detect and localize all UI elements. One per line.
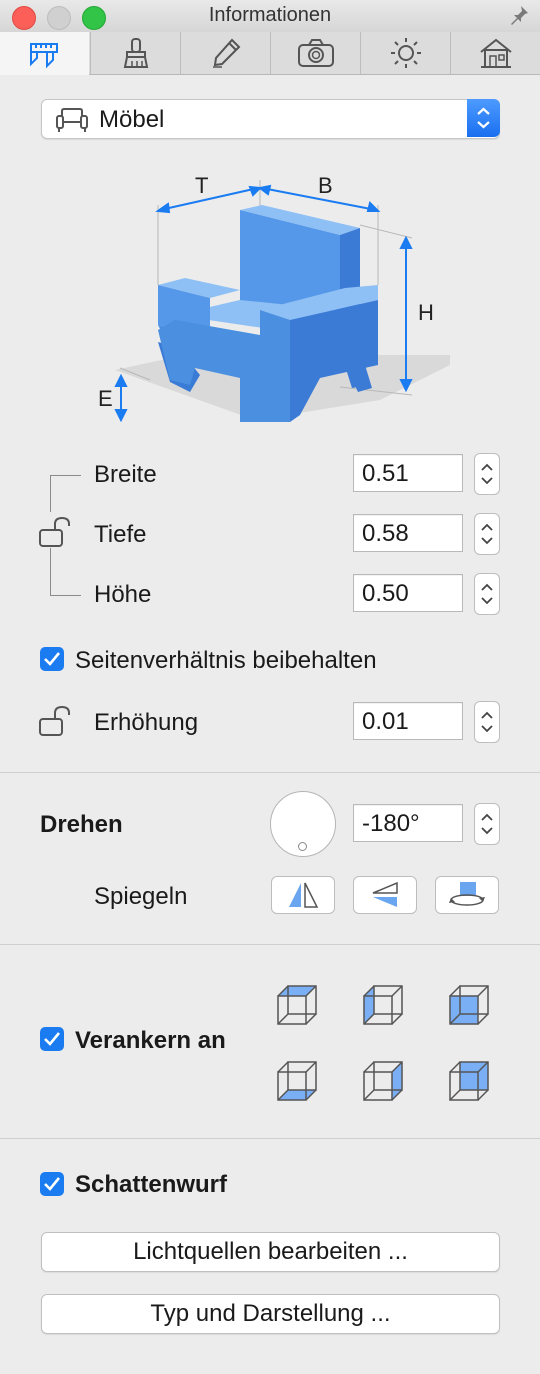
mirror-vertical-button[interactable] xyxy=(353,876,417,914)
type-display-button[interactable]: Typ und Darstellung ... xyxy=(41,1294,500,1334)
cube-back-face-icon xyxy=(449,1061,489,1101)
anchor-top-right-button[interactable] xyxy=(448,982,492,1026)
elevation-unlock-icon[interactable] xyxy=(38,705,72,742)
tab-bar xyxy=(0,32,540,75)
tab-camera[interactable] xyxy=(270,32,360,74)
elevation-field[interactable]: 0.01 xyxy=(353,702,463,740)
sun-icon xyxy=(390,38,421,68)
elevation-stepper[interactable] xyxy=(474,701,500,743)
figure-t-label: T xyxy=(195,173,208,198)
tab-dimensions[interactable] xyxy=(0,32,89,75)
category-label: Möbel xyxy=(99,106,165,133)
rotate-field[interactable]: -180° xyxy=(353,804,463,842)
mirror-label: Spiegeln xyxy=(94,883,188,910)
height-stepper[interactable] xyxy=(474,573,500,615)
category-dropdown[interactable]: Möbel xyxy=(41,99,500,139)
checkmark-icon xyxy=(44,652,61,666)
armchair-icon xyxy=(55,107,89,138)
unlock-icon[interactable] xyxy=(38,516,72,553)
cube-right-face-icon xyxy=(363,1061,403,1101)
anchor-top-left-button[interactable] xyxy=(276,982,320,1026)
tab-edit[interactable] xyxy=(180,32,270,74)
anchor-bottom-right-button[interactable] xyxy=(448,1058,492,1102)
cube-bottom-face-icon xyxy=(277,1061,317,1101)
flip-horizontal-icon xyxy=(289,882,319,908)
mirror-horizontal-button[interactable] xyxy=(271,876,335,914)
rotate-stepper[interactable] xyxy=(474,803,500,845)
depth-stepper[interactable] xyxy=(474,513,500,555)
anchor-top-middle-button[interactable] xyxy=(362,982,406,1026)
cube-top-left-icon xyxy=(277,985,317,1025)
height-field[interactable]: 0.50 xyxy=(353,574,463,612)
aspect-label: Seitenverhältnis beibehalten xyxy=(75,647,377,674)
flip-vertical-icon xyxy=(372,881,398,907)
chevron-updown-icon[interactable] xyxy=(467,99,500,137)
mirror-rotate-button[interactable] xyxy=(435,876,499,914)
anchor-bottom-middle-button[interactable] xyxy=(362,1058,406,1102)
window-title: Informationen xyxy=(208,4,332,26)
figure-e-label: E xyxy=(98,386,113,411)
pencil-icon xyxy=(212,38,240,68)
checkmark-icon xyxy=(44,1177,61,1191)
anchor-bottom-left-button[interactable] xyxy=(276,1058,320,1102)
figure-h-label: H xyxy=(418,300,434,325)
separator xyxy=(0,1138,540,1139)
flip-depth-icon xyxy=(449,882,485,906)
tab-materials[interactable] xyxy=(90,32,180,74)
caliper-icon xyxy=(29,42,58,68)
cube-left-face-icon xyxy=(363,985,403,1025)
figure-b-label: B xyxy=(318,173,333,198)
camera-icon xyxy=(297,39,334,67)
separator xyxy=(0,944,540,945)
width-label: Breite xyxy=(94,461,157,488)
link-bracket-top xyxy=(50,475,81,512)
width-field[interactable]: 0.51 xyxy=(353,454,463,492)
link-bracket-bottom xyxy=(50,548,81,596)
tab-building[interactable] xyxy=(450,32,540,74)
dimension-diagram: T B H E xyxy=(90,160,470,435)
dial-handle[interactable] xyxy=(298,842,307,851)
elevation-label: Erhöhung xyxy=(94,709,199,736)
shadow-checkbox[interactable] xyxy=(40,1172,64,1196)
width-stepper[interactable] xyxy=(474,453,500,495)
checkmark-icon xyxy=(44,1032,61,1046)
brush-icon xyxy=(123,38,148,68)
separator xyxy=(0,772,540,773)
pin-icon[interactable] xyxy=(508,4,530,31)
house-icon xyxy=(480,38,512,68)
rotate-label: Drehen xyxy=(40,811,123,838)
shadow-label: Schattenwurf xyxy=(75,1171,228,1198)
cube-front-face-icon xyxy=(449,985,489,1025)
edit-light-sources-button[interactable]: Lichtquellen bearbeiten ... xyxy=(41,1232,500,1272)
depth-field[interactable]: 0.58 xyxy=(353,514,463,552)
anchor-checkbox[interactable] xyxy=(40,1027,64,1051)
anchor-label: Verankern an xyxy=(75,1027,226,1054)
aspect-checkbox[interactable] xyxy=(40,647,64,671)
depth-label: Tiefe xyxy=(94,521,147,548)
rotation-dial[interactable] xyxy=(270,791,336,857)
height-label: Höhe xyxy=(94,581,152,608)
tab-light[interactable] xyxy=(360,32,450,74)
title-bar: Informationen xyxy=(0,0,540,33)
